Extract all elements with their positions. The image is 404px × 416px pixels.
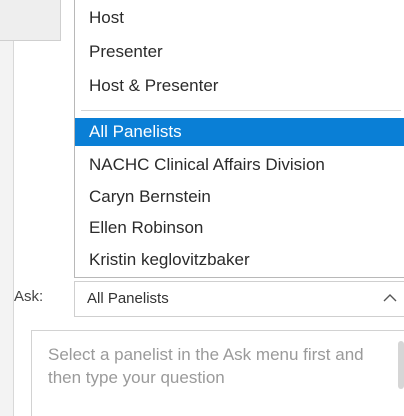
question-input[interactable]: Select a panelist in the Ask menu first … bbox=[31, 330, 404, 416]
option-presenter[interactable]: Presenter bbox=[75, 38, 404, 66]
option-host[interactable]: Host bbox=[75, 4, 404, 32]
option-divider bbox=[81, 110, 401, 111]
option-kristin-keglovitzbaker[interactable]: Kristin keglovitzbaker bbox=[75, 246, 404, 274]
chevron-up-icon[interactable] bbox=[382, 290, 398, 306]
option-caryn-bernstein[interactable]: Caryn Bernstein bbox=[75, 183, 404, 211]
question-scrollbar[interactable] bbox=[398, 341, 404, 389]
option-all-panelists[interactable]: All Panelists bbox=[75, 118, 404, 146]
ask-label: Ask: bbox=[14, 288, 44, 305]
option-ellen-robinson[interactable]: Ellen Robinson bbox=[75, 214, 404, 242]
question-placeholder: Select a panelist in the Ask menu first … bbox=[48, 345, 364, 387]
option-host-and-presenter[interactable]: Host & Presenter bbox=[75, 72, 404, 100]
option-nachc-clinical-affairs-division[interactable]: NACHC Clinical Affairs Division bbox=[75, 151, 404, 179]
ask-dropdown-list[interactable]: Host Presenter Host & Presenter All Pane… bbox=[74, 0, 404, 278]
background-window-corner bbox=[0, 0, 61, 41]
ask-select[interactable]: All Panelists bbox=[74, 281, 404, 317]
background-panel bbox=[0, 0, 14, 416]
ask-selected-value: All Panelists bbox=[87, 290, 169, 307]
